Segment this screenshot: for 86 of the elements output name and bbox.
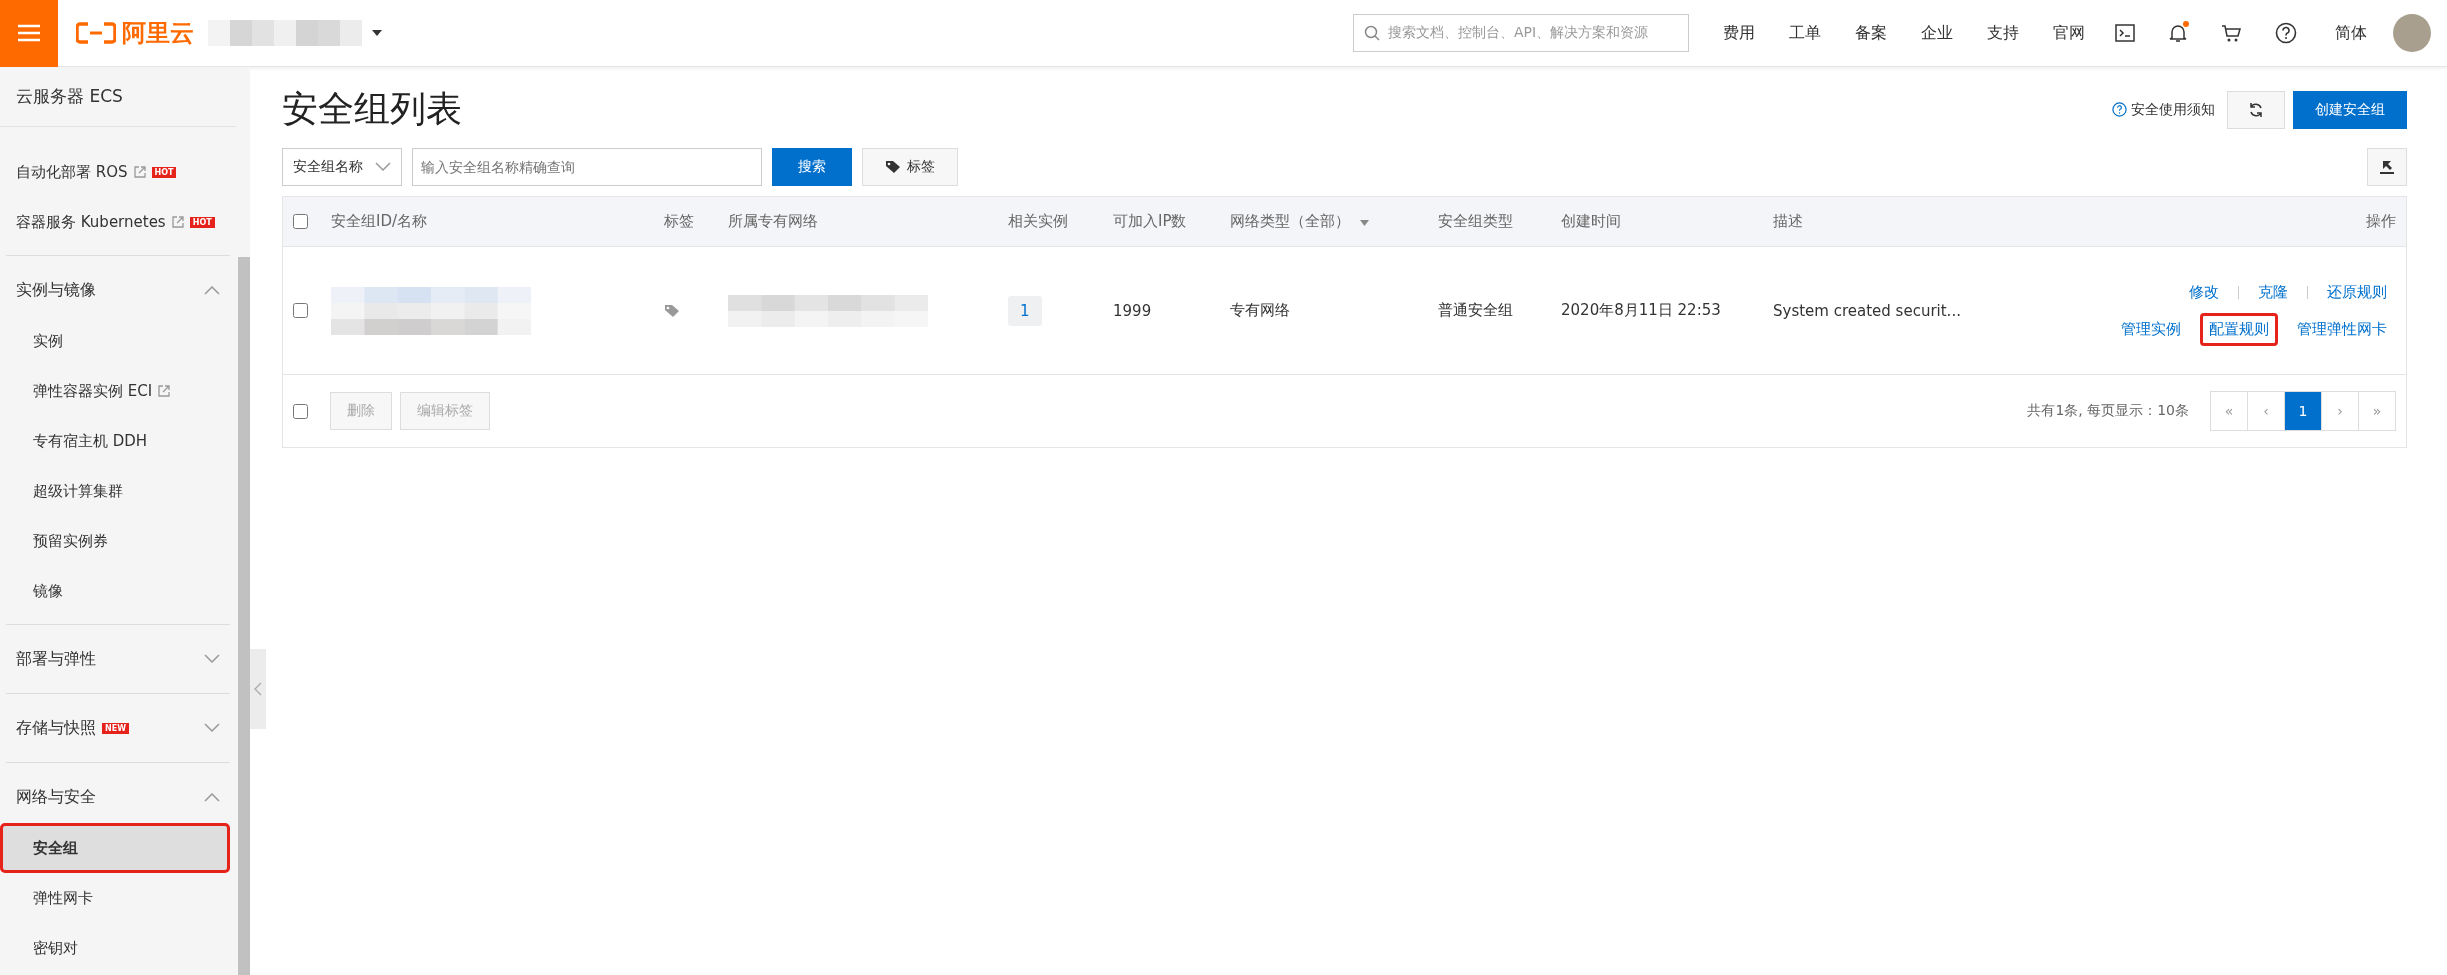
sidebar-item[interactable]: 弹性网卡	[0, 873, 230, 923]
select-all-checkbox[interactable]	[293, 214, 308, 229]
tag-icon	[885, 160, 903, 174]
sidebar-group[interactable]: 存储与快照 NEW	[6, 702, 230, 754]
row-checkbox[interactable]	[293, 303, 308, 318]
tag-button[interactable]: 标签	[862, 148, 958, 186]
sidebar-item[interactable]: 密钥对	[0, 923, 230, 973]
page-button[interactable]: 1	[2284, 391, 2322, 431]
export-button[interactable]	[2367, 148, 2407, 186]
nav-link[interactable]: 官网	[2053, 22, 2085, 44]
action-link[interactable]: 克隆	[2249, 275, 2297, 309]
sidebar-item[interactable]: 专有宿主机 DDH	[0, 416, 230, 466]
new-badge: NEW	[102, 722, 129, 734]
nav-link[interactable]: 工单	[1789, 22, 1821, 44]
sidebar-item[interactable]: 超级计算集群	[0, 466, 230, 516]
create-button[interactable]: 创建安全组	[2293, 90, 2407, 129]
collapse-handle[interactable]	[250, 649, 266, 729]
logo-icon	[76, 22, 116, 44]
menu-button[interactable]	[0, 0, 58, 67]
terminal-icon	[2115, 24, 2135, 42]
nav-link[interactable]: 支持	[1987, 22, 2019, 44]
caret-icon[interactable]	[372, 30, 382, 36]
column-header: 安全组ID/名称	[331, 212, 429, 231]
help-icon	[2112, 102, 2127, 117]
caret-icon	[1360, 220, 1369, 226]
table-cell-text: 1999	[1113, 301, 1153, 320]
table-cell-text: 专有网络	[1230, 301, 1291, 320]
search-icon	[1364, 25, 1380, 41]
sidebar-item[interactable]: 自动化部署 ROS HOT	[0, 147, 230, 197]
action-link[interactable]: 修改	[2180, 275, 2228, 309]
search-field[interactable]: 输入安全组名称精确查询	[412, 148, 762, 186]
chevron-down-icon	[375, 162, 391, 172]
column-header: 操作	[2366, 212, 2397, 231]
chevron-up-icon	[204, 285, 220, 295]
cart-icon	[2221, 23, 2241, 43]
column-header: 相关实例	[1008, 212, 1069, 231]
notice-link[interactable]: 安全使用须知	[2112, 100, 2215, 119]
table-cell-text: 普通安全组	[1438, 301, 1514, 320]
action-link[interactable]: 还原规则	[2318, 275, 2396, 309]
hot-badge: HOT	[151, 166, 177, 178]
logo-text: 阿里云	[122, 18, 194, 49]
chevron-down-icon	[204, 654, 220, 664]
nav-link[interactable]: 费用	[1723, 22, 1755, 44]
column-header: 标签	[664, 212, 695, 231]
notification-dot	[2183, 21, 2189, 27]
sidebar-item[interactable]: 弹性容器实例 ECI	[0, 366, 230, 416]
bell-icon	[2169, 23, 2187, 43]
sidebar-item[interactable]: 镜像	[0, 566, 230, 616]
table-cell-text: System created securit...	[1773, 301, 1962, 320]
page-title: 安全组列表	[282, 87, 462, 131]
table-cell-text: 2020年8月11日 22:53	[1561, 301, 1722, 320]
pagination-summary: 共有1条, 每页显示：10条	[2027, 402, 2189, 420]
instance-count[interactable]: 1	[1008, 295, 1042, 326]
column-header: 描述	[1773, 212, 1804, 231]
search-button[interactable]: 搜索	[772, 148, 852, 186]
refresh-button[interactable]	[2227, 90, 2285, 129]
help-icon	[2275, 22, 2297, 44]
scrollbar-thumb[interactable]	[238, 257, 250, 975]
action-link[interactable]: 管理实例	[2112, 312, 2190, 346]
chevron-up-icon	[204, 792, 220, 802]
avatar[interactable]	[2393, 14, 2431, 52]
language-link[interactable]: 简体	[2335, 22, 2367, 44]
chevron-down-icon	[204, 723, 220, 733]
column-header: 创建时间	[1561, 212, 1622, 231]
sidebar-item[interactable]: 安全组	[0, 823, 230, 873]
sidebar-group[interactable]: 部署与弹性	[6, 633, 230, 685]
menu-icon	[18, 24, 40, 42]
tag-icon[interactable]	[664, 303, 682, 318]
action-link[interactable]: 配置规则	[2200, 312, 2278, 346]
select-all-checkbox[interactable]	[293, 403, 308, 419]
sidebar-item[interactable]: 实例	[0, 316, 230, 366]
column-header: 安全组类型	[1438, 212, 1514, 231]
column-header: 所属专有网络	[728, 212, 819, 231]
filter-select[interactable]: 安全组名称	[282, 148, 402, 186]
column-header[interactable]: 网络类型（全部）	[1230, 212, 1438, 231]
nav-link[interactable]: 企业	[1921, 22, 1953, 44]
action-link[interactable]: 管理弹性网卡	[2288, 312, 2396, 346]
sidebar-item[interactable]: 容器服务 Kubernetes HOT	[0, 197, 230, 247]
sidebar-group[interactable]: 实例与镜像	[6, 264, 230, 316]
column-header: 可加入IP数	[1113, 212, 1188, 231]
sidebar-group[interactable]: 网络与安全	[6, 771, 230, 823]
nav-link[interactable]: 备案	[1855, 22, 1887, 44]
sidebar-item[interactable]: 预留实例券	[0, 516, 230, 566]
chevron-left-icon	[254, 682, 262, 696]
hot-badge: HOT	[189, 216, 215, 228]
refresh-icon	[2248, 101, 2264, 118]
